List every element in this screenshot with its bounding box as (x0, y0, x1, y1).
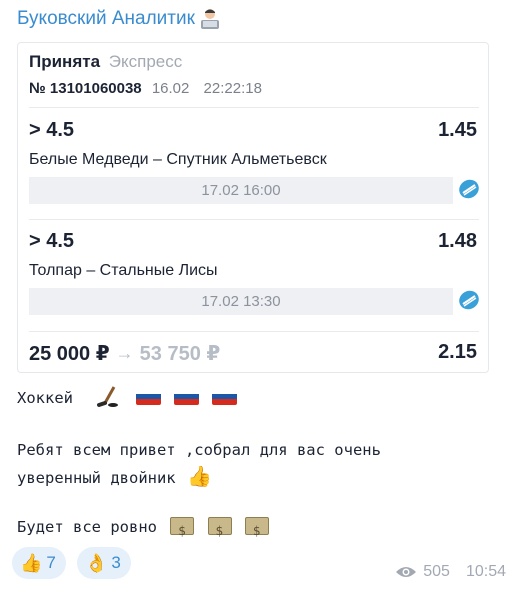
reaction-count: 3 (111, 553, 121, 572)
event-datetime-bar: 17.02 13:30 (29, 288, 453, 315)
arrow-right-icon: → (115, 343, 134, 363)
bet-odds: 1.48 (438, 230, 477, 252)
event-datetime: 17.02 16:00 (201, 182, 281, 199)
message-bubble: Буковский Аналитик Принята Экспресс № 13… (0, 0, 518, 591)
event-datetime: 17.02 13:30 (201, 293, 281, 310)
divider (29, 331, 479, 332)
bet-teams: Белые Медведи – Спутник Альметьевск (29, 151, 327, 168)
event-datetime-bar: 17.02 16:00 (29, 177, 453, 204)
money-icon (245, 517, 270, 544)
bet-teams: Толпар – Стальные Лисы (29, 262, 218, 279)
channel-name-label: Буковский Аналитик (17, 8, 195, 29)
thumbs-up-icon: 👍 (186, 464, 212, 488)
bet-status-row: Принята Экспресс (29, 52, 182, 72)
bet-meta-row: № 13101060038 16.02 22:22:18 (29, 80, 262, 97)
bet-slip-card[interactable]: Принята Экспресс № 13101060038 16.02 22:… (17, 42, 489, 373)
bet-time: 22:22:18 (203, 80, 262, 97)
divider (29, 219, 479, 220)
money-icon (170, 517, 195, 544)
message-text: Хоккей (17, 389, 73, 407)
money-icon (207, 517, 232, 544)
bet-date: 16.02 (151, 80, 190, 97)
message-text: Будет все ровно (17, 518, 157, 536)
hockey-puck-icon (457, 288, 481, 312)
bet-odds: 1.45 (438, 119, 477, 141)
hockey-puck-icon (457, 177, 481, 201)
message-time: 10:54 (465, 563, 506, 580)
eye-icon (395, 565, 417, 579)
bet-event: > 4.5 1.45 Белые Медведи – Спутник Альме… (18, 119, 488, 229)
message-line: Будет все ровно (17, 514, 270, 544)
bet-market: > 4.5 (29, 119, 75, 141)
technologist-emoji-icon (199, 8, 221, 30)
bet-total: 25 000 ₽ → 53 750 ₽ (29, 341, 220, 366)
russia-flag-icon (212, 388, 238, 405)
potential-win: 53 750 ₽ (139, 343, 221, 365)
bet-event: > 4.5 1.48 Толпар – Стальные Лисы 17.02 … (18, 230, 488, 340)
hockey-stick-icon (96, 386, 122, 408)
russia-flag-icon (135, 388, 161, 405)
message-line: Ребят всем привет ,собрал для вас очень (17, 437, 381, 463)
message-line: уверенный двойник 👍 (17, 463, 212, 491)
russia-flag-icon (174, 388, 200, 405)
message-text: Ребят всем привет ,собрал для вас очень (17, 441, 381, 459)
thumbs-up-icon: 👍 (20, 552, 43, 574)
message-line: Хоккей (17, 385, 238, 411)
reaction-thumbs-up[interactable]: 👍 7 (12, 547, 66, 579)
bet-type: Экспресс (108, 52, 183, 71)
message-text: уверенный двойник (17, 469, 176, 487)
ok-hand-icon: 👌 (85, 552, 108, 574)
bet-status: Принята (29, 52, 101, 71)
bet-market: > 4.5 (29, 230, 75, 252)
channel-name[interactable]: Буковский Аналитик (17, 8, 221, 30)
bet-number: № 13101060038 (29, 80, 142, 97)
total-odds: 2.15 (438, 341, 477, 363)
divider (29, 107, 479, 108)
views-count: 505 (423, 563, 450, 580)
reaction-ok-hand[interactable]: 👌 3 (77, 547, 131, 579)
reaction-count: 7 (46, 553, 56, 572)
stake-amount: 25 000 ₽ (29, 343, 110, 365)
message-footer: 505 10:54 (395, 563, 506, 581)
